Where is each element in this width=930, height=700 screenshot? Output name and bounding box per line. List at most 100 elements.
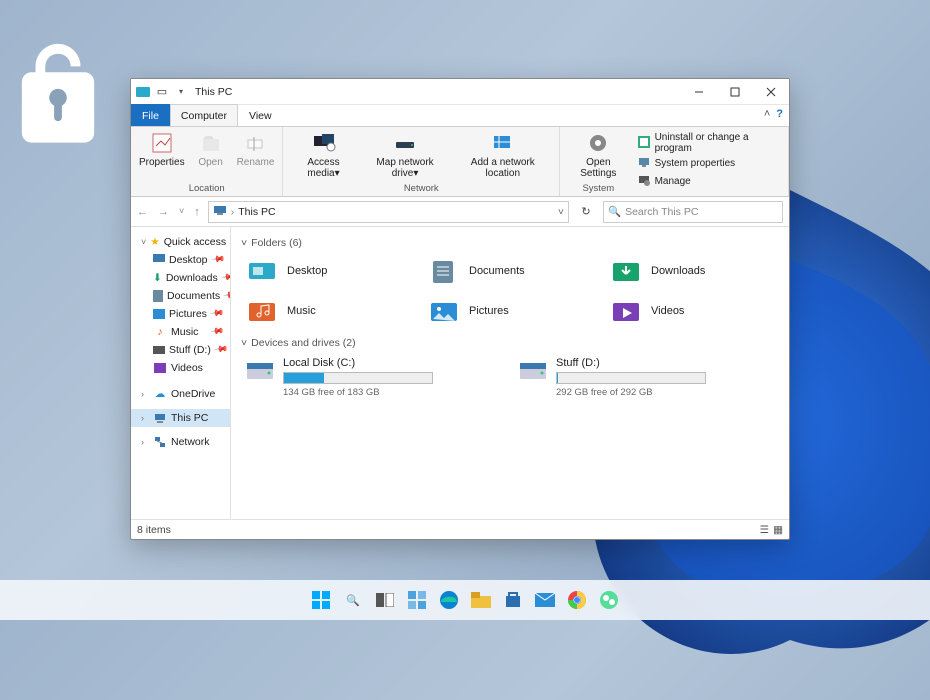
folder-pictures[interactable]: Pictures [423,293,597,329]
map-drive-button[interactable]: Map network drive▾ [362,129,449,179]
drive-icon [518,357,548,387]
rename-label: Rename [237,157,275,168]
pin-icon: 📌 [210,251,229,269]
open-settings-button[interactable]: Open Settings [566,129,630,179]
content-pane[interactable]: ˅ Folders (6) DesktopDocuments Downloads M… [231,227,789,519]
close-button[interactable] [753,79,789,105]
help-icon[interactable]: ? [776,108,783,120]
tab-view[interactable]: View [238,104,283,126]
nav-pane[interactable]: ˅ ★ Quick access Desktop 📌 ⬇ Downloads 📌… [131,227,231,519]
search-icon[interactable]: 🔍 [341,588,365,612]
folder-label: Downloads [651,265,705,277]
start-icon[interactable] [309,588,333,612]
refresh-button[interactable]: ↻ [577,205,595,218]
tree-label: Videos [171,362,203,374]
tree-stuff-drive[interactable]: Stuff (D:) 📌 [131,341,230,359]
ribbon-collapse-icon[interactable]: ˄ [764,108,770,120]
chevron-right-icon[interactable]: › [141,389,149,399]
maximize-button[interactable] [717,79,753,105]
folder-videos[interactable]: Videos [605,293,779,329]
tree-this-pc[interactable]: › This PC [131,409,230,427]
chrome-icon[interactable] [565,588,589,612]
open-label: Open [198,157,222,168]
drive-free-text: 134 GB free of 183 GB [283,387,502,398]
store-icon[interactable] [501,588,525,612]
forward-button[interactable]: → [158,206,169,218]
add-location-button[interactable]: Add a network location [452,129,553,179]
tree-music[interactable]: ♪ Music 📌 [131,323,230,341]
open-button[interactable]: Open [191,129,231,168]
search-icon: 🔍 [608,205,621,218]
back-button[interactable]: ← [137,206,148,218]
chevron-down-icon[interactable]: ˅ [241,237,247,249]
minimize-button[interactable] [681,79,717,105]
address-bar[interactable]: › This PC ˅ [208,201,569,223]
drive-item[interactable]: Local Disk (C:)134 GB free of 183 GB [241,353,506,402]
drive-item[interactable]: Stuff (D:)292 GB free of 292 GB [514,353,779,402]
pin-icon: 📌 [209,323,228,341]
chevron-right-icon[interactable]: › [141,437,149,447]
tree-network[interactable]: › Network [131,433,230,451]
tree-videos[interactable]: Videos [131,359,230,377]
drives-header-label: Devices and drives (2) [251,337,355,349]
properties-button[interactable]: Properties [137,129,187,168]
uninstall-label: Uninstall or change a program [655,132,782,154]
access-media-label: Access media▾ [291,157,355,179]
qat-properties-icon[interactable]: ▭ [154,84,170,100]
drive-label: Stuff (D:) [556,357,775,369]
tree-documents[interactable]: Documents 📌 [131,287,230,305]
folder-downloads[interactable]: Downloads [605,253,779,289]
tree-onedrive[interactable]: › ☁ OneDrive [131,385,230,403]
edge-icon[interactable] [437,588,461,612]
window-title: This PC [195,86,232,98]
tab-computer[interactable]: Computer [170,104,238,126]
chevron-down-icon[interactable]: ˅ [241,337,247,349]
videos-icon [153,361,167,375]
tree-label: This PC [171,412,208,424]
system-properties-link[interactable]: System properties [637,155,782,172]
tree-quick-access[interactable]: ˅ ★ Quick access [131,233,230,251]
taskbar[interactable]: 🔍 [0,580,930,620]
network-icon [153,435,167,449]
search-input[interactable]: 🔍 Search This PC [603,201,783,223]
map-drive-icon [393,131,417,155]
ribbon: Properties Open Rename Location [131,127,789,197]
up-button[interactable]: ↑ [194,206,200,218]
tiles-view-button[interactable]: ▦ [773,524,783,536]
properties-icon [150,131,174,155]
titlebar[interactable]: ▭ ▾ This PC [131,79,789,105]
tree-downloads[interactable]: ⬇ Downloads 📌 [131,269,230,287]
drives-header[interactable]: ˅ Devices and drives (2) [241,337,779,349]
qat-dropdown-icon[interactable]: ▾ [173,84,189,100]
chevron-right-icon[interactable]: › [141,413,149,423]
skype-icon[interactable] [597,588,621,612]
mail-icon[interactable] [533,588,557,612]
tree-desktop[interactable]: Desktop 📌 [131,251,230,269]
manage-link[interactable]: Manage [637,173,782,190]
tab-file[interactable]: File [131,104,170,126]
tree-pictures[interactable]: Pictures 📌 [131,305,230,323]
access-media-button[interactable]: Access media▾ [289,129,357,179]
widgets-icon[interactable] [405,588,429,612]
uninstall-link[interactable]: Uninstall or change a program [637,132,782,154]
drive-icon [153,343,165,357]
folder-icon [609,257,643,285]
pin-icon: 📌 [213,341,231,359]
details-view-button[interactable]: ☰ [760,524,769,536]
folder-desktop[interactable]: Desktop [241,253,415,289]
explorer-icon[interactable] [469,588,493,612]
tree-label: Documents [167,290,220,302]
address-chevron-icon[interactable]: ˅ [558,206,564,218]
pc-icon [153,411,167,425]
folders-header[interactable]: ˅ Folders (6) [241,237,779,249]
rename-button[interactable]: Rename [235,129,277,168]
chevron-down-icon[interactable]: ˅ [141,237,146,247]
documents-icon [153,289,163,303]
folder-music[interactable]: Music [241,293,415,329]
cloud-icon: ☁ [153,387,167,401]
folder-documents[interactable]: Documents [423,253,597,289]
recent-button[interactable]: ˅ [179,206,184,218]
taskview-icon[interactable] [373,588,397,612]
folder-icon [427,257,461,285]
breadcrumb-root[interactable]: This PC [238,206,275,218]
